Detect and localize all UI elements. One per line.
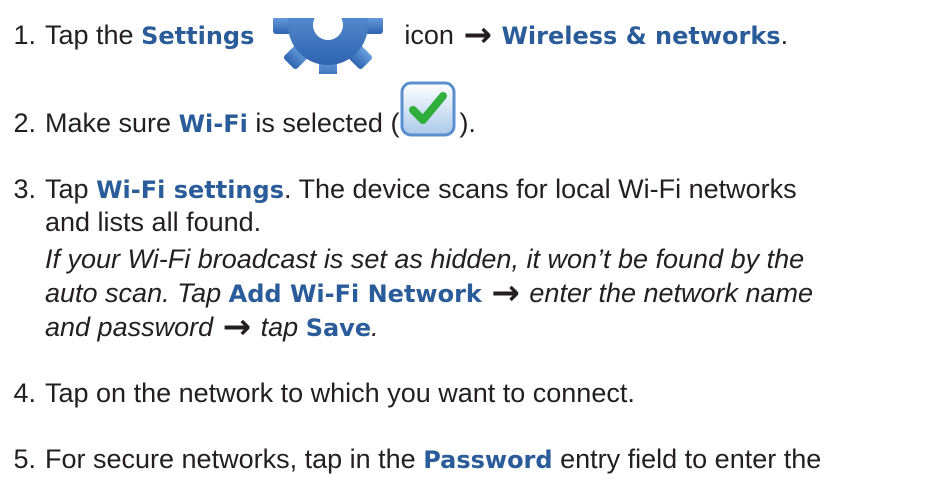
step-3-note-line-2: auto scan. Tap Add Wi-Fi Network → enter… [45,276,813,311]
note-text: auto scan. Tap [45,278,222,308]
checkbox-checked-icon [399,80,457,138]
step-3-note-line-1: If your Wi-Fi broadcast is set as hidden… [45,244,805,274]
step-text: For secure networks, tap in the [45,444,416,474]
step-text: Tap the [45,20,134,50]
add-wifi-network-keyword: Add Wi-Fi Network [228,280,482,308]
step-text: is selected ( [255,108,400,138]
step-4: 4. Tap on the network to which you want t… [0,376,635,410]
step-3: 3. Tap Wi-Fi settings. The device scans f… [0,172,797,207]
step-text: Tap on the network to which you want to … [45,378,635,408]
step-text: ). [459,108,476,138]
step-1: 1. Tap the Settings icon → Wireless & ne… [0,18,788,74]
step-number: 4. [13,378,36,408]
note-text: tap [260,312,299,342]
note-text: . [371,312,379,342]
wifi-keyword: Wi-Fi [178,110,248,138]
wifi-settings-keyword: Wi-Fi settings [96,176,284,204]
step-text: entry field to enter the [560,444,822,474]
settings-keyword: Settings [141,22,255,50]
arrow-icon: → [463,15,492,55]
save-keyword: Save [305,314,372,342]
step-text: Tap [45,174,89,204]
step-2: 2. Make sure Wi-Fi is selected ( ). [0,80,476,153]
step-text: . [780,20,789,50]
step-3-line-2: and lists all found. [45,207,262,237]
step-5: 5. For secure networks, tap in the Passwo… [0,442,821,477]
arrow-icon: → [491,273,520,313]
note-text: and password [45,312,214,342]
step-text: icon [404,20,454,50]
note-text: enter the network name [529,278,814,308]
step-text: . The device scans for local Wi-Fi netwo… [283,174,797,204]
wireless-networks-keyword: Wireless & networks [501,22,781,50]
step-number: 5. [13,444,36,474]
step-number: 2. [13,108,36,138]
step-text: Make sure [45,108,172,138]
arrow-icon: → [222,307,252,347]
gear-icon [260,18,396,74]
step-number: 1. [13,20,36,50]
password-keyword: Password [423,446,553,474]
step-3-note-line-3: and password → tap Save. [45,310,379,345]
step-number: 3. [13,174,36,204]
